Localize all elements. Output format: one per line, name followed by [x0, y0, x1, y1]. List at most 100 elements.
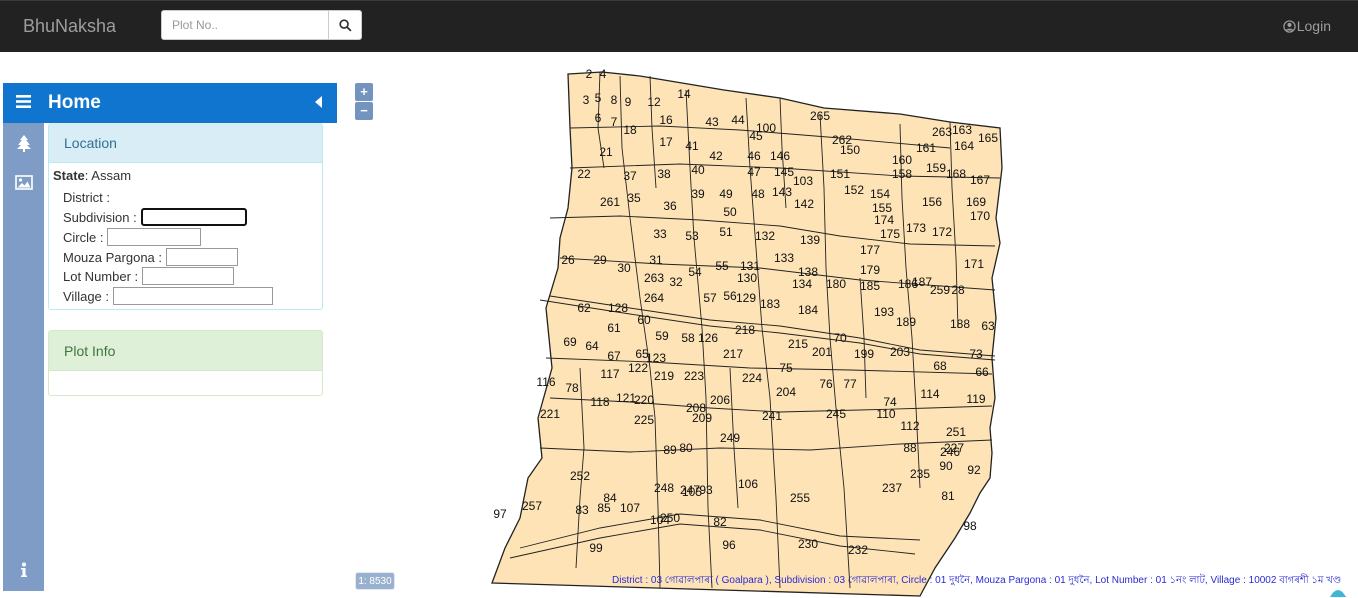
plot-number-label[interactable]: 145	[774, 165, 794, 179]
plot-number-label[interactable]: 201	[812, 345, 832, 359]
lot-number-select[interactable]	[142, 267, 235, 285]
plot-number-label[interactable]: 56	[723, 289, 737, 303]
plot-number-label[interactable]: 28	[951, 283, 965, 297]
plot-number-label[interactable]: 22	[577, 167, 591, 181]
plot-number-label[interactable]: 263	[932, 125, 952, 139]
plot-number-label[interactable]: 104	[650, 513, 670, 527]
plot-number-label[interactable]: 221	[540, 407, 560, 421]
image-icon[interactable]	[14, 172, 34, 192]
plot-number-label[interactable]: 130	[737, 271, 757, 285]
plot-number-label[interactable]: 150	[840, 143, 860, 157]
menu-icon[interactable]	[16, 95, 31, 108]
plot-number-label[interactable]: 63	[981, 319, 995, 333]
plot-number-label[interactable]: 142	[794, 197, 814, 211]
plot-number-label[interactable]: 159	[926, 161, 946, 175]
plot-number-label[interactable]: 107	[620, 501, 640, 515]
plot-number-label[interactable]: 174	[874, 213, 894, 227]
plot-number-label[interactable]: 4	[600, 68, 607, 81]
info-icon[interactable]	[14, 560, 34, 580]
plot-number-label[interactable]: 43	[705, 115, 719, 129]
plot-number-label[interactable]: 92	[967, 463, 981, 477]
plot-number-label[interactable]: 265	[810, 109, 830, 123]
plot-number-label[interactable]: 169	[966, 195, 986, 209]
plot-number-label[interactable]: 48	[751, 187, 765, 201]
plot-number-label[interactable]: 146	[770, 149, 790, 163]
plot-number-label[interactable]: 180	[826, 277, 846, 291]
circle-select[interactable]	[107, 228, 202, 246]
plot-number-label[interactable]: 232	[848, 543, 868, 557]
plot-number-label[interactable]: 255	[790, 491, 810, 505]
search-button[interactable]	[329, 10, 362, 40]
plot-number-label[interactable]: 223	[684, 369, 704, 383]
plot-number-label[interactable]: 57	[703, 291, 717, 305]
plot-number-label[interactable]: 193	[874, 305, 894, 319]
plot-number-label[interactable]: 21	[599, 145, 613, 159]
plot-number-label[interactable]: 42	[709, 149, 723, 163]
plot-number-label[interactable]: 85	[597, 501, 611, 515]
plot-number-label[interactable]: 99	[589, 541, 603, 555]
plot-number-label[interactable]: 122	[628, 361, 648, 375]
plot-number-label[interactable]: 183	[760, 297, 780, 311]
plot-number-label[interactable]: 40	[691, 163, 705, 177]
plot-number-label[interactable]: 203	[890, 345, 910, 359]
plot-number-label[interactable]: 105	[682, 485, 702, 499]
plot-number-label[interactable]: 9	[625, 95, 632, 109]
plot-number-label[interactable]: 51	[719, 225, 733, 239]
plot-number-label[interactable]: 235	[910, 467, 930, 481]
plot-number-label[interactable]: 29	[593, 253, 607, 267]
plot-number-label[interactable]: 16	[659, 113, 673, 127]
plot-number-label[interactable]: 133	[774, 251, 794, 265]
plot-number-label[interactable]: 58	[681, 331, 695, 345]
plot-number-label[interactable]: 17	[659, 135, 673, 149]
plot-number-label[interactable]: 160	[892, 153, 912, 167]
login-link[interactable]: Login	[1283, 18, 1331, 34]
plot-number-label[interactable]: 179	[860, 263, 880, 277]
plot-search-input[interactable]	[161, 10, 329, 40]
plot-number-label[interactable]: 7	[611, 115, 618, 129]
plot-number-label[interactable]: 246	[940, 445, 960, 459]
plot-number-label[interactable]: 54	[688, 265, 702, 279]
plot-number-label[interactable]: 217	[723, 347, 743, 361]
plot-number-label[interactable]: 261	[600, 195, 620, 209]
plot-number-label[interactable]: 36	[663, 199, 677, 213]
plot-number-label[interactable]: 83	[575, 503, 589, 517]
plot-number-label[interactable]: 126	[698, 331, 718, 345]
plot-number-label[interactable]: 76	[819, 377, 833, 391]
plot-number-label[interactable]: 152	[844, 183, 864, 197]
plot-number-label[interactable]: 161	[916, 141, 936, 155]
plot-number-label[interactable]: 175	[880, 227, 900, 241]
plot-number-label[interactable]: 204	[776, 385, 796, 399]
plot-number-label[interactable]: 26	[561, 253, 575, 267]
plot-number-label[interactable]: 230	[798, 537, 818, 551]
plot-number-label[interactable]: 219	[654, 369, 674, 383]
mouza-select[interactable]	[166, 248, 239, 266]
plot-number-label[interactable]: 33	[653, 227, 667, 241]
plot-number-label[interactable]: 199	[854, 347, 874, 361]
plot-number-label[interactable]: 123	[646, 351, 666, 365]
plot-number-label[interactable]: 50	[723, 205, 737, 219]
plot-number-label[interactable]: 75	[779, 361, 793, 375]
plot-number-label[interactable]: 168	[946, 167, 966, 181]
plot-number-label[interactable]: 119	[966, 392, 985, 406]
subdivision-select[interactable]	[140, 208, 247, 226]
plot-number-label[interactable]: 35	[627, 191, 641, 205]
plot-number-label[interactable]: 46	[747, 149, 761, 163]
plot-number-label[interactable]: 47	[747, 165, 761, 179]
plot-number-label[interactable]: 110	[876, 407, 895, 421]
plot-number-label[interactable]: 173	[906, 221, 926, 235]
plot-number-label[interactable]: 188	[950, 317, 970, 331]
plot-number-label[interactable]: 259	[930, 283, 950, 297]
plot-number-label[interactable]: 81	[941, 489, 955, 503]
plot-number-label[interactable]: 154	[870, 187, 890, 201]
plot-number-label[interactable]: 32	[669, 275, 683, 289]
plot-number-label[interactable]: 12	[647, 95, 661, 109]
plot-number-label[interactable]: 220	[634, 393, 654, 407]
plot-number-label[interactable]: 55	[715, 259, 729, 273]
cadastral-map[interactable]: 2 43 5 8 9 12146 71816 43 4445265263 163164165211…	[480, 68, 1020, 598]
plot-number-label[interactable]: 184	[798, 303, 818, 317]
plot-number-label[interactable]: 37	[623, 169, 637, 183]
plot-number-label[interactable]: 129	[736, 291, 756, 305]
plot-number-label[interactable]: 6	[595, 111, 602, 125]
plot-number-label[interactable]: 158	[892, 167, 912, 181]
plot-number-label[interactable]: 116	[536, 375, 555, 389]
